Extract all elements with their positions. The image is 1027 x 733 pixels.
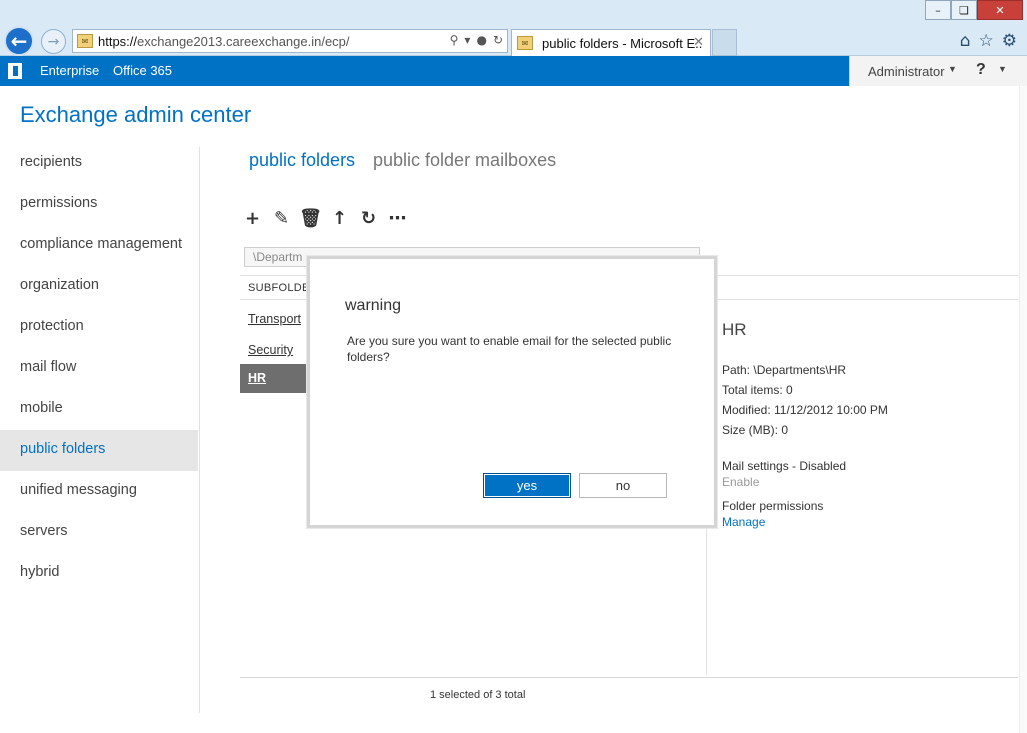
help-icon[interactable]: ? xyxy=(976,61,986,79)
address-tools: ⚲ ▾ ● ↻ xyxy=(450,33,503,47)
toolbar: + ✎ 🗑 ↑ ↻ ⋯ xyxy=(243,207,407,229)
delete-trash-icon[interactable]: 🗑 xyxy=(299,207,322,229)
sidebar-item-recipients[interactable]: recipients xyxy=(0,143,198,184)
details-mail-settings: Mail settings - Disabled xyxy=(722,459,847,473)
sidebar-item-permissions[interactable]: permissions xyxy=(0,184,198,225)
enterprise-link[interactable]: Enterprise xyxy=(40,63,99,78)
enable-link[interactable]: Enable xyxy=(722,475,759,489)
edit-pencil-icon[interactable]: ✎ xyxy=(272,207,291,229)
up-arrow-icon[interactable]: ↑ xyxy=(330,207,349,229)
dialog-message: Are you sure you want to enable email fo… xyxy=(347,334,672,364)
nav-divider xyxy=(199,147,200,713)
minimize-button[interactable]: – xyxy=(925,0,951,20)
sidebar-item-protection[interactable]: protection xyxy=(0,307,198,348)
sidebar-item-mobile[interactable]: mobile xyxy=(0,389,198,430)
details-total-items: Total items: 0 xyxy=(722,383,793,397)
office-logo-icon[interactable] xyxy=(8,63,22,79)
tab-public-folders[interactable]: public folders xyxy=(249,150,355,171)
details-modified: Modified: 11/12/2012 10:00 PM xyxy=(722,403,888,417)
footer-divider xyxy=(240,677,1018,678)
site-favicon-icon: ✉ xyxy=(77,34,93,48)
left-navigation: recipients permissions compliance manageme… xyxy=(0,143,198,594)
details-title: HR xyxy=(722,320,747,339)
url-text: https://exchange2013.careexchange.in/ecp… xyxy=(98,34,350,49)
manage-link[interactable]: Manage xyxy=(722,515,765,529)
details-size: Size (MB): 0 xyxy=(722,423,789,437)
restore-button[interactable]: ❏ xyxy=(951,0,977,20)
no-button[interactable]: no xyxy=(579,473,667,498)
chevron-down-icon[interactable]: ▼ xyxy=(998,64,1007,74)
new-tab-button[interactable] xyxy=(712,29,737,56)
more-options-icon[interactable]: ⋯ xyxy=(388,207,407,229)
details-path: Path: \Departments\HR xyxy=(722,363,847,377)
dialog-title: warning xyxy=(345,297,402,314)
browser-toolbar-icons: ⌂ ☆ ⚙ xyxy=(960,31,1017,51)
browser-tab-public-folders[interactable]: ✉ public folders - Microsoft E... ✕ xyxy=(511,29,711,56)
url-path: /ecp/ xyxy=(321,33,350,49)
url-host: exchange2013.careexchange.in xyxy=(137,33,322,49)
o365-navbar: Enterprise Office 365 Administrator ▼ ? … xyxy=(0,56,1027,86)
office365-link[interactable]: Office 365 xyxy=(113,63,172,78)
sidebar-item-mail-flow[interactable]: mail flow xyxy=(0,348,198,389)
refresh-icon[interactable]: ↻ xyxy=(493,33,503,47)
page-title: Exchange admin center xyxy=(20,102,252,127)
list-item[interactable]: Transport xyxy=(240,305,306,334)
tab-title: public folders - Microsoft E... xyxy=(542,35,702,51)
close-window-button[interactable]: ✕ xyxy=(977,0,1023,20)
user-menu[interactable]: Administrator ▼ ? ▼ xyxy=(849,56,1027,86)
yes-button[interactable]: yes xyxy=(483,473,571,498)
window-controls: – ❏ ✕ xyxy=(925,0,1023,20)
sidebar-item-hybrid[interactable]: hybrid xyxy=(0,553,198,594)
refresh-icon[interactable]: ↻ xyxy=(359,207,378,229)
details-folder-permissions: Folder permissions xyxy=(722,499,824,513)
address-bar[interactable]: ✉ https://exchange2013.careexchange.in/e… xyxy=(72,29,508,53)
list-item[interactable]: Security xyxy=(240,336,306,365)
warning-dialog: warning Are you sure you want to enable … xyxy=(307,256,717,528)
selection-status: 1 selected of 3 total xyxy=(430,689,526,701)
chevron-down-icon[interactable]: ▼ xyxy=(948,64,957,74)
home-icon[interactable]: ⌂ xyxy=(960,31,971,51)
tab-public-folder-mailboxes[interactable]: public folder mailboxes xyxy=(373,150,556,171)
tab-favicon-icon: ✉ xyxy=(517,36,533,50)
sidebar-item-unified-messaging[interactable]: unified messaging xyxy=(0,471,198,512)
sidebar-item-organization[interactable]: organization xyxy=(0,266,198,307)
user-name[interactable]: Administrator xyxy=(868,64,945,79)
sidebar-item-public-folders[interactable]: public folders xyxy=(0,430,198,471)
add-icon[interactable]: + xyxy=(243,207,262,229)
sidebar-item-compliance-management[interactable]: compliance management xyxy=(0,225,198,266)
scrollbar[interactable] xyxy=(1019,86,1027,733)
url-prefix: https:// xyxy=(98,33,138,49)
chevron-down-icon[interactable]: ▾ xyxy=(464,33,470,47)
gear-icon[interactable]: ⚙ xyxy=(1002,31,1017,51)
lock-icon[interactable]: ● xyxy=(476,33,486,47)
list-item-selected[interactable]: HR xyxy=(240,364,306,393)
search-icon[interactable]: ⚲ xyxy=(450,33,459,47)
forward-arrow-icon[interactable]: → xyxy=(41,29,66,54)
browser-chrome: – ❏ ✕ ← → ✉ https://exchange2013.careexc… xyxy=(0,0,1027,56)
sidebar-item-servers[interactable]: servers xyxy=(0,512,198,553)
tab-close-icon[interactable]: ✕ xyxy=(693,35,704,50)
back-arrow-icon[interactable]: ← xyxy=(4,26,34,56)
favorites-star-icon[interactable]: ☆ xyxy=(979,31,994,51)
